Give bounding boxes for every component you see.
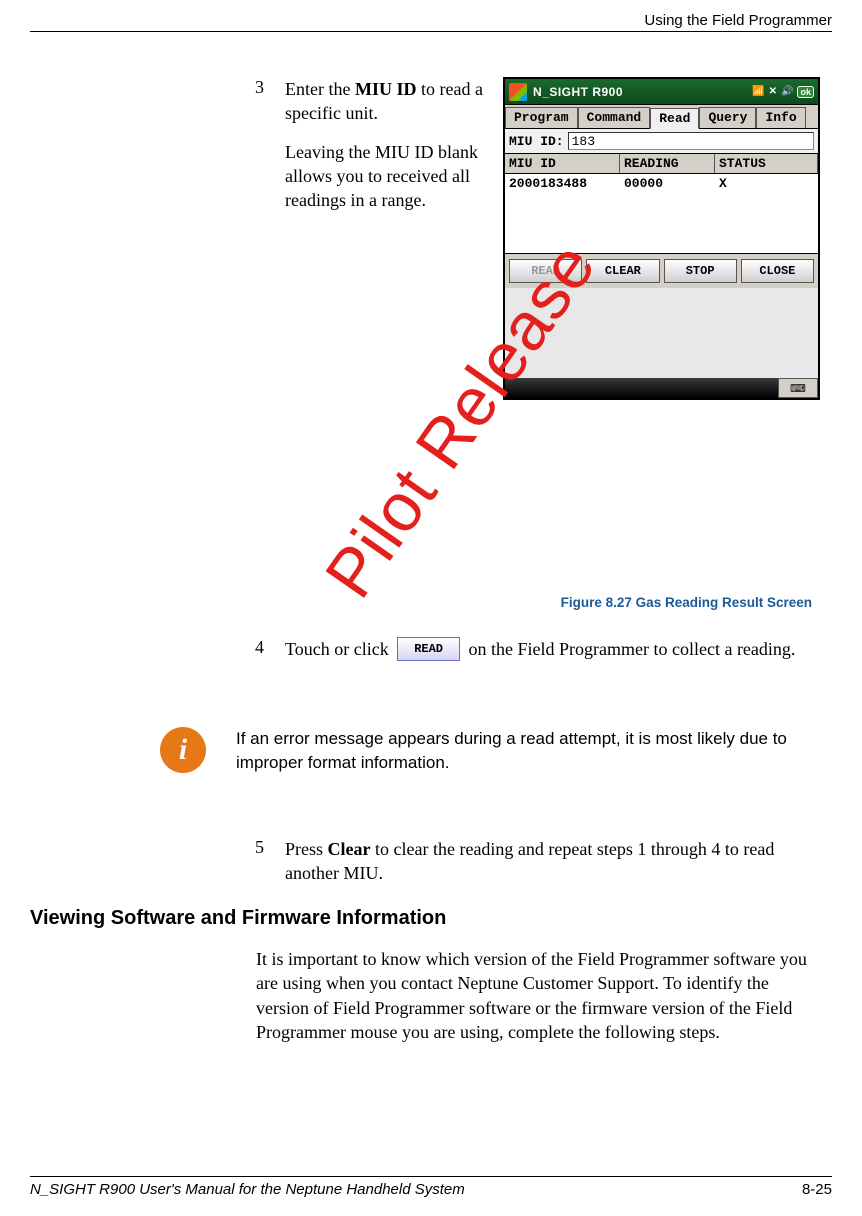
stop-button[interactable]: STOP bbox=[664, 259, 737, 283]
running-header: Using the Field Programmer bbox=[30, 12, 832, 32]
miu-id-input[interactable] bbox=[568, 132, 814, 150]
button-row: READ CLEAR STOP CLOSE bbox=[505, 254, 818, 288]
miu-id-row: MIU ID: bbox=[505, 129, 818, 154]
lower-panel: ⌨ bbox=[505, 288, 818, 398]
col-status[interactable]: STATUS bbox=[715, 154, 818, 173]
signal-icon[interactable]: 📶 bbox=[752, 86, 764, 98]
tab-command[interactable]: Command bbox=[578, 107, 651, 128]
col-reading[interactable]: READING bbox=[620, 154, 715, 173]
miu-id-label: MIU ID: bbox=[509, 134, 564, 149]
tab-info[interactable]: Info bbox=[756, 107, 805, 128]
step-4: 4 Touch or click READ on the Field Progr… bbox=[255, 637, 832, 663]
info-note: i If an error message appears during a r… bbox=[160, 727, 812, 775]
cell-reading: 00000 bbox=[620, 174, 715, 193]
sip-bar bbox=[505, 378, 778, 398]
tab-read[interactable]: Read bbox=[650, 108, 699, 129]
footer: N_SIGHT R900 User's Manual for the Neptu… bbox=[30, 1176, 832, 1198]
tab-program[interactable]: Program bbox=[505, 107, 578, 128]
keyboard-icon[interactable]: ⌨ bbox=[778, 378, 818, 398]
step-number: 5 bbox=[255, 837, 285, 886]
clear-button[interactable]: CLEAR bbox=[586, 259, 659, 283]
cell-miu-id: 2000183488 bbox=[505, 174, 620, 193]
title-bar: N_SIGHT R900 📶 ✕ 🔊 ok bbox=[505, 79, 818, 105]
inline-read-button: READ bbox=[397, 637, 460, 661]
speaker-icon[interactable]: 🔊 bbox=[781, 86, 793, 98]
step-number: 4 bbox=[255, 637, 285, 663]
read-button[interactable]: READ bbox=[509, 259, 582, 283]
step-text: Touch or click READ on the Field Program… bbox=[285, 637, 795, 663]
info-icon: i bbox=[160, 727, 206, 773]
windows-logo-icon[interactable] bbox=[509, 83, 527, 101]
col-miu-id[interactable]: MIU ID bbox=[505, 154, 620, 173]
status-icons: 📶 ✕ 🔊 ok bbox=[752, 86, 814, 98]
section-heading: Viewing Software and Firmware Informatio… bbox=[30, 907, 446, 930]
step-3-paragraph-2: Leaving the MIU ID blank allows you to r… bbox=[285, 140, 500, 213]
tabs: Program Command Read Query Info bbox=[505, 105, 818, 129]
figure-caption: Figure 8.27 Gas Reading Result Screen bbox=[561, 595, 812, 610]
embedded-screenshot: N_SIGHT R900 📶 ✕ 🔊 ok Program Command Re… bbox=[503, 77, 820, 400]
antenna-icon[interactable]: ✕ bbox=[769, 86, 777, 98]
step-text: Press Clear to clear the reading and rep… bbox=[285, 837, 812, 886]
table-header: MIU ID READING STATUS bbox=[505, 154, 818, 174]
app-title: N_SIGHT R900 bbox=[533, 85, 752, 99]
body-paragraph: It is important to know which version of… bbox=[256, 947, 812, 1044]
results-table: MIU ID READING STATUS 2000183488 00000 X bbox=[505, 154, 818, 254]
step-text: Enter the MIU ID to read a specific unit… bbox=[285, 77, 500, 212]
step-number: 3 bbox=[255, 77, 285, 212]
ok-button[interactable]: ok bbox=[797, 86, 814, 98]
cell-status: X bbox=[715, 174, 818, 193]
header-title: Using the Field Programmer bbox=[644, 12, 832, 29]
step-5: 5 Press Clear to clear the reading and r… bbox=[255, 837, 812, 886]
footer-left: N_SIGHT R900 User's Manual for the Neptu… bbox=[30, 1181, 465, 1198]
table-row[interactable]: 2000183488 00000 X bbox=[505, 174, 818, 193]
info-text: If an error message appears during a rea… bbox=[236, 727, 812, 775]
tab-query[interactable]: Query bbox=[699, 107, 756, 128]
page-number: 8-25 bbox=[802, 1181, 832, 1198]
close-button[interactable]: CLOSE bbox=[741, 259, 814, 283]
